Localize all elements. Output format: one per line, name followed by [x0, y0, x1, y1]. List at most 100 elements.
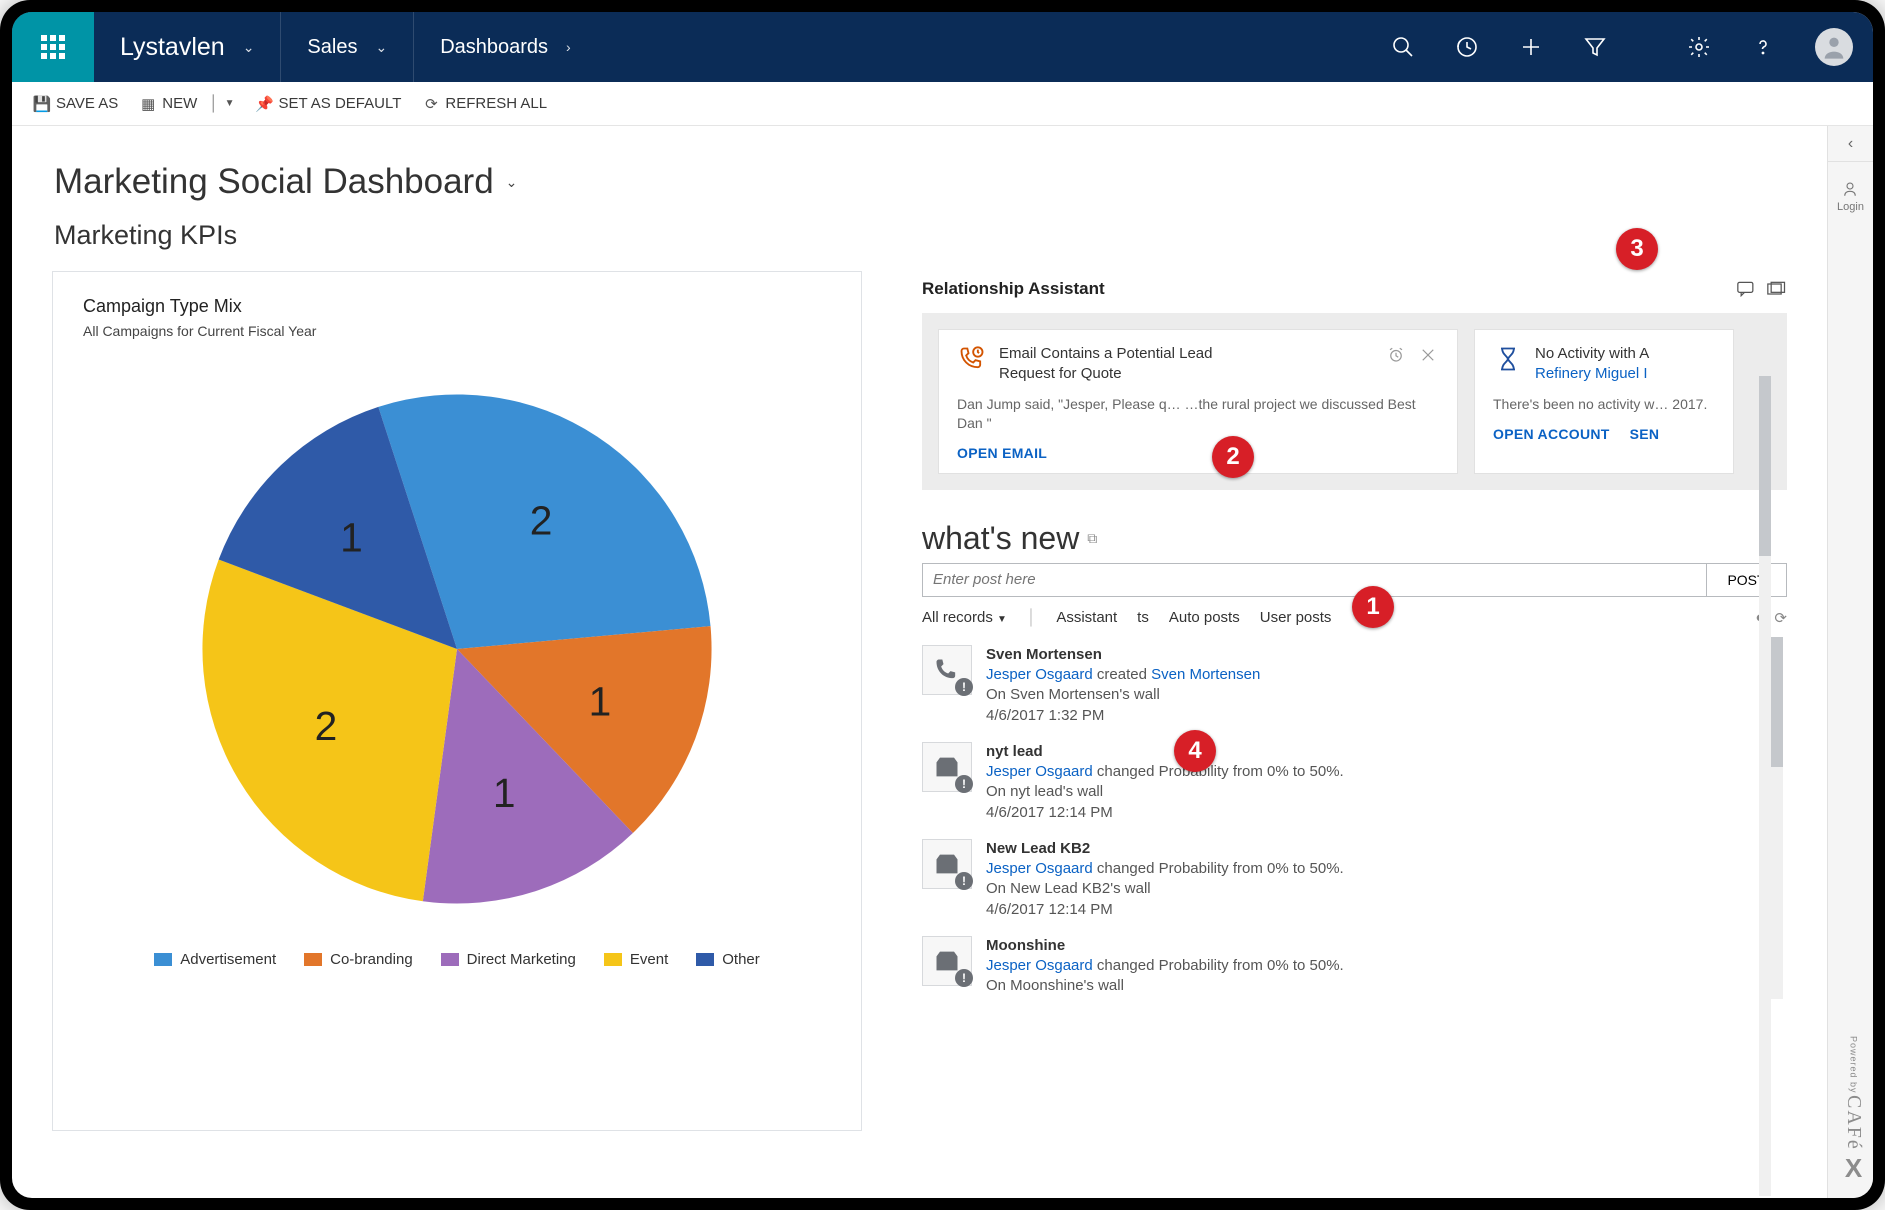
legend-item[interactable]: Advertisement	[154, 951, 276, 968]
search-button[interactable]	[1371, 12, 1435, 82]
legend-swatch	[441, 953, 459, 966]
legend-item[interactable]: Other	[696, 951, 760, 968]
legend-item[interactable]: Direct Marketing	[441, 951, 576, 968]
assistant-card[interactable]: Email Contains a Potential Lead Request …	[938, 329, 1458, 474]
pie-value-label: 1	[493, 770, 516, 816]
alert-badge-icon: !	[955, 969, 973, 987]
feed-actor-link[interactable]: Jesper Osgaard	[986, 957, 1093, 974]
feed-verb: created	[1093, 666, 1151, 683]
chevron-down-icon[interactable]: ▼	[225, 98, 235, 109]
pie-value-label: 1	[589, 678, 612, 724]
new-label: NEW	[162, 95, 197, 112]
filter-both-posts[interactable]: ts	[1137, 609, 1149, 626]
cafex-branding: Powered by CAFé X	[1842, 1036, 1865, 1184]
filter-user-posts[interactable]: User posts	[1260, 609, 1332, 626]
collapse-pane-button[interactable]: ‹	[1828, 126, 1873, 162]
feed-item-name: Moonshine	[986, 936, 1344, 956]
open-account-link[interactable]: OPEN ACCOUNT	[1493, 426, 1610, 442]
open-email-link[interactable]: OPEN EMAIL	[957, 445, 1439, 461]
nav-module-selector[interactable]: Sales ⌄	[281, 12, 414, 82]
set-default-button[interactable]: 📌SET AS DEFAULT	[257, 95, 402, 112]
feed-item[interactable]: ! nyt lead Jesper Osgaard changed Probab…	[922, 734, 1769, 831]
user-avatar[interactable]	[1815, 28, 1853, 66]
send-link[interactable]: SEN	[1630, 426, 1660, 442]
snooze-button[interactable]	[1385, 344, 1407, 366]
refresh-all-button[interactable]: ⟳REFRESH ALL	[423, 95, 547, 112]
assistant-card[interactable]: No Activity with A Refinery Miguel I The…	[1474, 329, 1734, 474]
feed-wall: On New Lead KB2's wall	[986, 879, 1344, 899]
right-collapsed-pane: ‹ Login Powered by CAFé X	[1827, 126, 1873, 1198]
plus-icon	[1519, 35, 1543, 59]
funnel-icon	[1583, 35, 1607, 59]
assistant-cards-row: Email Contains a Potential Lead Request …	[922, 313, 1787, 490]
feed-item-name: Sven Mortensen	[986, 645, 1260, 665]
person-icon	[1841, 180, 1859, 198]
post-input[interactable]	[922, 563, 1707, 597]
clock-icon	[1387, 346, 1405, 364]
top-navbar: Lystavlen ⌄ Sales ⌄ Dashboards ›	[12, 12, 1873, 82]
help-button[interactable]	[1731, 12, 1795, 82]
chart-subtitle: All Campaigns for Current Fiscal Year	[83, 323, 831, 339]
new-button[interactable]	[1499, 12, 1563, 82]
alert-badge-icon: !	[955, 678, 973, 696]
chart-card: Campaign Type Mix All Campaigns for Curr…	[52, 271, 862, 1131]
feed-item[interactable]: ! Moonshine Jesper Osgaard changed Proba…	[922, 928, 1769, 1005]
feed-actor-link[interactable]: Jesper Osgaard	[986, 860, 1093, 877]
recent-button[interactable]	[1435, 12, 1499, 82]
settings-button[interactable]	[1667, 12, 1731, 82]
feed-scrollbar[interactable]	[1771, 637, 1783, 999]
popout-icon[interactable]: ⧉	[1087, 530, 1097, 547]
chevron-down-icon: ▼	[997, 614, 1007, 625]
feed-verb: changed Probability from 0% to 50%.	[1093, 763, 1344, 780]
hourglass-icon	[1493, 344, 1523, 374]
card-title-link[interactable]: Refinery Miguel I	[1535, 364, 1715, 384]
nav-module-label: Sales	[307, 36, 357, 59]
history-icon	[1455, 35, 1479, 59]
card-body: Dan Jump said, "Jesper, Please q… …the r…	[957, 395, 1439, 433]
cafex-x-icon: X	[1845, 1153, 1862, 1184]
gear-icon	[1687, 35, 1711, 59]
filter-button[interactable]	[1563, 12, 1627, 82]
nav-app-selector[interactable]: Lystavlen ⌄	[94, 12, 281, 82]
legend-label: Advertisement	[180, 951, 276, 968]
waffle-icon	[41, 35, 65, 59]
filter-assistant[interactable]: Assistant	[1056, 609, 1117, 626]
refresh-feed-button[interactable]: ⟳	[1774, 609, 1787, 627]
chevron-right-icon: ›	[566, 39, 571, 55]
legend-swatch	[604, 953, 622, 966]
legend-item[interactable]: Event	[604, 951, 668, 968]
pie-value-label: 2	[315, 703, 338, 749]
legend-swatch	[696, 953, 714, 966]
feed-wall: On nyt lead's wall	[986, 782, 1344, 802]
feed-actor-link[interactable]: Jesper Osgaard	[986, 763, 1093, 780]
cafex-label: CAFé	[1842, 1095, 1865, 1151]
card-view-button[interactable]	[1737, 281, 1757, 297]
chart-legend: Advertisement Co-branding Direct Marketing…	[83, 951, 831, 968]
save-as-button[interactable]: 💾SAVE AS	[34, 95, 118, 112]
feed-target-link[interactable]: Sven Mortensen	[1151, 666, 1260, 683]
dashboard-selector[interactable]: Marketing Social Dashboard ⌄	[54, 162, 517, 202]
login-button[interactable]: Login	[1837, 180, 1864, 213]
legend-item[interactable]: Co-branding	[304, 951, 413, 968]
feed-item-icon: !	[922, 839, 972, 889]
post-button[interactable]: POST	[1707, 563, 1787, 597]
feed-verb: changed Probability from 0% to 50%.	[1093, 860, 1344, 877]
nav-app-label: Lystavlen	[120, 33, 225, 62]
filter-all-records[interactable]: All records ▼	[922, 609, 1007, 626]
filter-auto-posts[interactable]: Auto posts	[1169, 609, 1240, 626]
feed-actor-link[interactable]: Jesper Osgaard	[986, 666, 1093, 683]
feed-item[interactable]: ! New Lead KB2 Jesper Osgaard changed Pr…	[922, 831, 1769, 928]
dismiss-button[interactable]	[1417, 344, 1439, 366]
new-icon: ▦	[140, 96, 156, 112]
cards-icon	[1767, 281, 1787, 297]
search-icon	[1391, 35, 1415, 59]
feed-verb: changed Probability from 0% to 50%.	[1093, 957, 1344, 974]
nav-breadcrumb[interactable]: Dashboards ›	[414, 12, 597, 82]
legend-label: Co-branding	[330, 951, 413, 968]
card-title-line2: Request for Quote	[999, 364, 1373, 384]
save-icon: 💾	[34, 96, 50, 112]
app-launcher-button[interactable]	[12, 12, 94, 82]
list-view-button[interactable]	[1767, 281, 1787, 297]
new-button[interactable]: ▦NEW│▼	[140, 95, 234, 112]
feed-item[interactable]: ! Sven Mortensen Jesper Osgaard created …	[922, 637, 1769, 734]
